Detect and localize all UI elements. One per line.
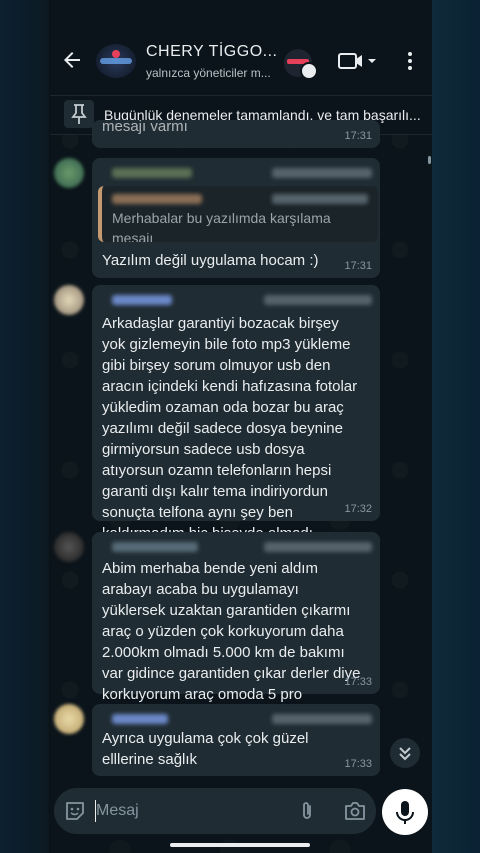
- group-name[interactable]: CHERY TİGGO...: [146, 43, 277, 61]
- sender-phone: [264, 295, 372, 305]
- paperclip-icon[interactable]: [298, 800, 316, 822]
- message-text: mesajı varmı: [102, 118, 188, 135]
- message-composer[interactable]: Mesaj: [54, 788, 376, 834]
- message-bubble[interactable]: Abim merhaba bende yeni aldım arabayı ac…: [92, 532, 380, 703]
- sender-phone: [272, 168, 372, 178]
- message-input[interactable]: Mesaj: [96, 802, 139, 820]
- group-subtitle[interactable]: yalnızca yöneticiler m...: [146, 66, 271, 80]
- message-bubble[interactable]: Arkadaşlar garantiyi bozacak birşey yok …: [92, 285, 380, 542]
- message-bubble[interactable]: mesajı varmı 17:31: [92, 118, 380, 148]
- microphone-icon: [396, 801, 414, 824]
- scrollbar[interactable]: [428, 156, 431, 164]
- message-text: Arkadaşlar garantiyi bozacak birşey yok …: [102, 315, 358, 542]
- arrow-left-icon[interactable]: [60, 48, 84, 72]
- message-text: Ayrıca uygulama çok çok güzel elllerine …: [102, 730, 309, 768]
- quoted-message[interactable]: Merhabalar bu yazılımda karşılama mesajı…: [98, 186, 378, 242]
- message-time: 17:32: [344, 503, 372, 515]
- sender-avatar[interactable]: [54, 704, 84, 734]
- sender-avatar[interactable]: [54, 158, 84, 188]
- sender-name: [112, 295, 172, 305]
- sender-name: [112, 542, 198, 552]
- voice-message-button[interactable]: [382, 789, 428, 835]
- double-chevron-down-icon: [399, 747, 411, 761]
- sender-avatar[interactable]: [54, 285, 84, 315]
- camera-icon[interactable]: [344, 801, 366, 821]
- message-time: 17:31: [344, 130, 372, 142]
- message-text: Abim merhaba bende yeni aldım arabayı ac…: [102, 560, 361, 703]
- sticker-icon[interactable]: [64, 800, 86, 822]
- pin-icon[interactable]: [64, 100, 94, 128]
- video-camera-icon[interactable]: [338, 50, 378, 72]
- message-bubble[interactable]: Ayrıca uygulama çok çok güzel elllerine …: [92, 704, 380, 776]
- chat-header: CHERY TİGGO... yalnızca yöneticiler m...: [50, 0, 432, 95]
- chat-screen: CHERY TİGGO... yalnızca yöneticiler m...…: [50, 0, 432, 853]
- sender-phone: [272, 714, 372, 724]
- sender-name: [112, 168, 192, 178]
- sender-phone: [264, 542, 372, 552]
- more-vertical-icon[interactable]: [402, 50, 418, 72]
- sender-name: [112, 714, 168, 724]
- check-badge-icon: [300, 62, 318, 80]
- scroll-to-bottom-button[interactable]: [390, 738, 420, 768]
- sender-avatar[interactable]: [54, 532, 84, 562]
- message-time: 17:33: [344, 758, 372, 770]
- home-indicator[interactable]: [170, 843, 310, 847]
- message-text: Yazılım değil uygulama hocam :): [102, 252, 319, 269]
- message-time: 17:33: [344, 676, 372, 688]
- group-avatar[interactable]: [96, 44, 136, 78]
- quoted-text: Merhabalar bu yazılımda karşılama mesajı…: [112, 210, 331, 242]
- message-time: 17:31: [344, 260, 372, 272]
- message-bubble[interactable]: Merhabalar bu yazılımda karşılama mesajı…: [92, 158, 380, 278]
